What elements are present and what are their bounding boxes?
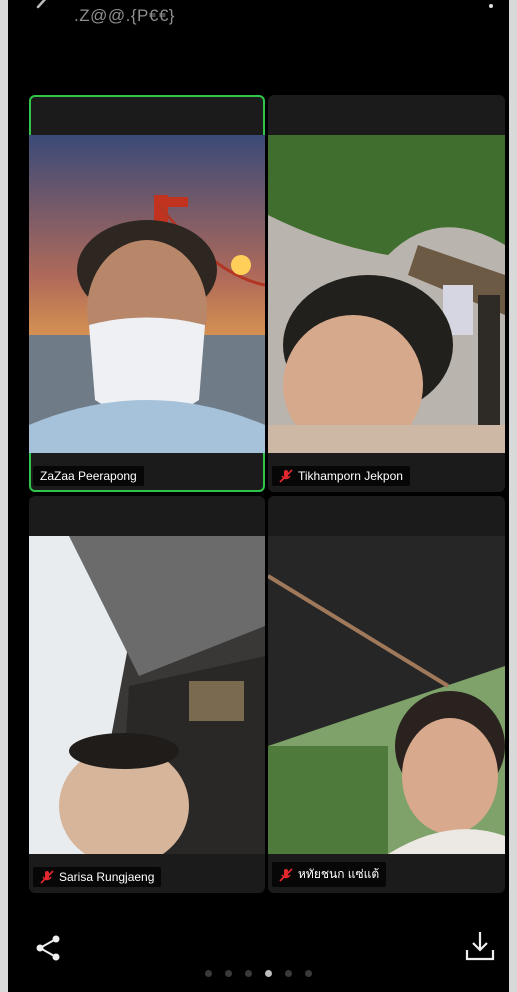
participant-video — [268, 536, 505, 854]
muted-mic-icon — [279, 867, 293, 882]
participant-video — [29, 135, 265, 453]
participant-name: Tikhamporn Jekpon — [298, 469, 403, 483]
page-dot-current[interactable] — [265, 970, 272, 977]
page-dot[interactable] — [205, 970, 212, 977]
share-icon[interactable] — [34, 934, 62, 962]
participant-name-tag: ZaZaa Peerapong — [33, 466, 144, 486]
video-frame-image — [29, 135, 265, 453]
muted-mic-icon — [40, 870, 54, 884]
video-frame-image — [268, 135, 505, 453]
page-indicator — [8, 970, 509, 977]
download-icon[interactable] — [465, 930, 495, 962]
participant-name-tag: Tikhamporn Jekpon — [272, 466, 410, 486]
participant-name: หทัยชนก แซ่แต้ — [298, 867, 380, 881]
participant-video — [29, 536, 265, 854]
video-tile-2[interactable]: Tikhamporn Jekpon — [268, 95, 505, 492]
video-frame-image — [268, 536, 505, 854]
page-dot[interactable] — [245, 970, 252, 977]
participant-name-tag: Sarisa Rungjaeng — [33, 867, 162, 887]
participant-video — [268, 135, 505, 453]
meeting-title: .Z@@.{P€€} — [74, 6, 175, 25]
page-dot[interactable] — [285, 970, 292, 977]
muted-mic-icon — [279, 469, 293, 483]
page-dot[interactable] — [305, 970, 312, 977]
participant-name: ZaZaa Peerapong — [40, 469, 137, 483]
participant-name: Sarisa Rungjaeng — [59, 870, 155, 884]
participant-name-tag: หทัยชนก แซ่แต้ — [272, 862, 387, 887]
video-frame-image — [29, 536, 265, 854]
more-options-icon[interactable] — [489, 4, 493, 8]
bottom-bar — [8, 912, 509, 992]
video-tile-1[interactable]: ZaZaa Peerapong — [29, 95, 265, 492]
video-tile-4[interactable]: หทัยชนก แซ่แต้ — [268, 496, 505, 893]
screen-edge-right — [509, 0, 517, 992]
back-arrow-icon[interactable] — [30, 0, 56, 20]
screen-edge-left — [0, 0, 8, 992]
page-dot[interactable] — [225, 970, 232, 977]
top-bar: .Z@@.{P€€} — [8, 0, 509, 40]
video-tile-3[interactable]: Sarisa Rungjaeng — [29, 496, 265, 893]
